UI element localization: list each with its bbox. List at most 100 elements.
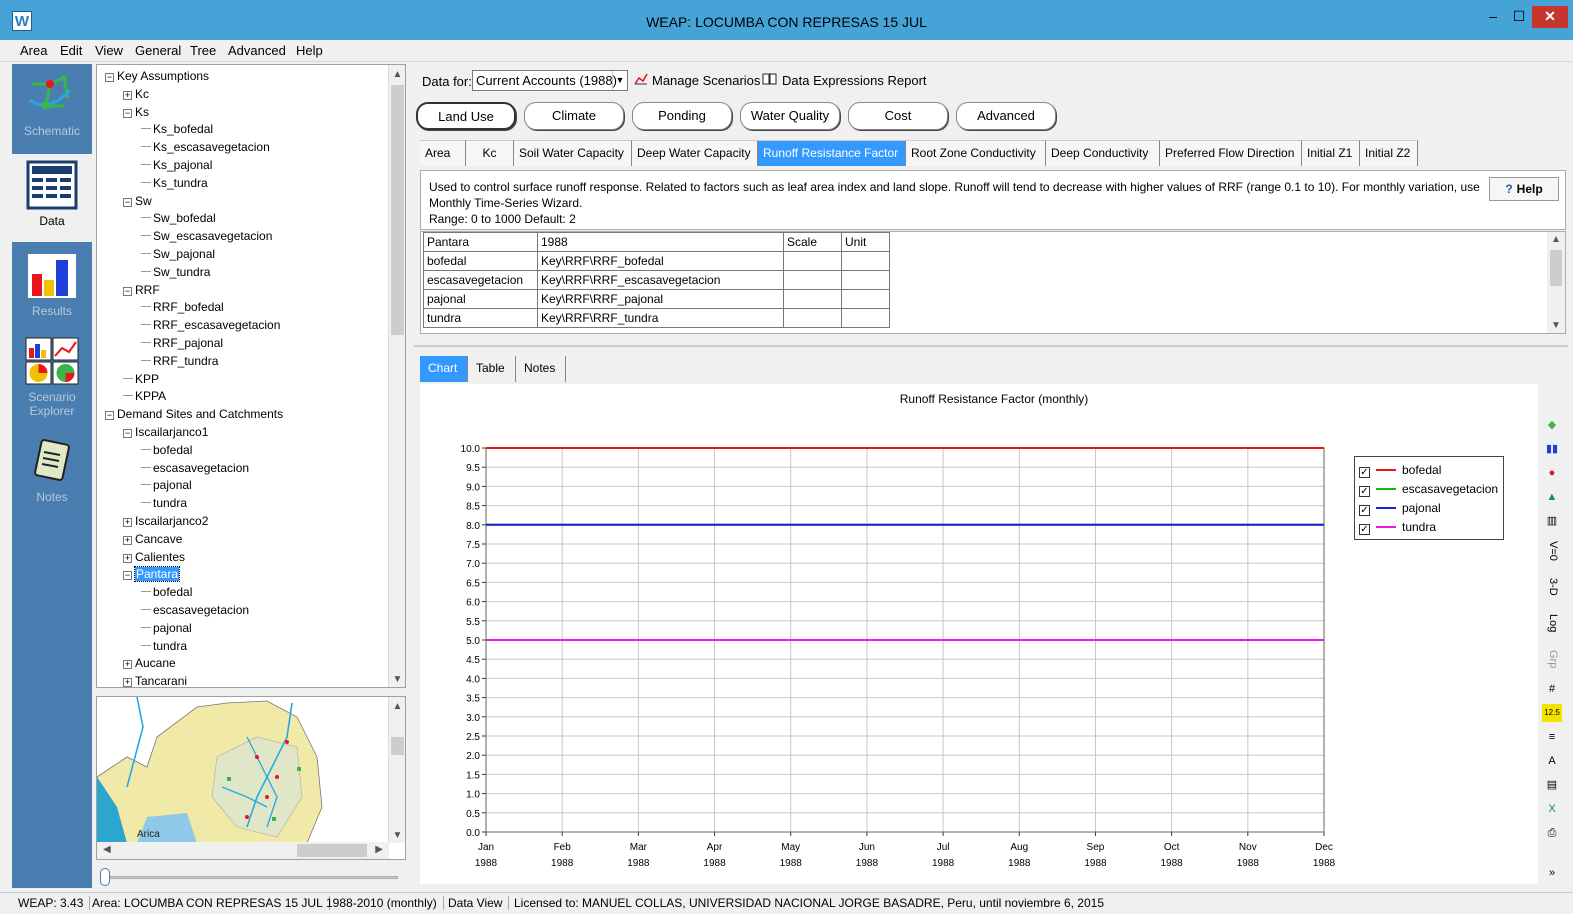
view-schematic-button[interactable]: Schematic (12, 64, 92, 152)
tree-node[interactable]: tundra (141, 637, 187, 655)
subtab-preferred-flow-direction[interactable]: Preferred Flow Direction (1160, 140, 1302, 166)
subtab-area[interactable]: Area (420, 140, 466, 166)
menu-help[interactable]: Help (296, 43, 323, 58)
menu-tree[interactable]: Tree (190, 43, 216, 58)
tab-ponding[interactable]: Ponding (632, 102, 732, 130)
collapse-icon[interactable]: − (105, 73, 114, 82)
tree-node[interactable]: − Iscailarjanco1 (123, 423, 208, 441)
checkbox-icon[interactable]: ✓ (1359, 505, 1370, 516)
menu-general[interactable]: General (135, 43, 181, 58)
grid-expression-cell[interactable]: Key\RRF\RRF_escasavegetacion (537, 270, 784, 290)
tab-water-quality[interactable]: Water Quality (740, 102, 840, 130)
tree-node[interactable]: KPPA (123, 387, 166, 405)
tree-node[interactable]: bofedal (141, 583, 192, 601)
tree-scroll-up-icon[interactable]: ▲ (389, 69, 405, 80)
tree-node[interactable]: Ks_escasavegetacion (141, 138, 270, 156)
data-labels-icon[interactable]: 12.5 (1542, 704, 1562, 722)
subtab-root-zone-conductivity[interactable]: Root Zone Conductivity (906, 140, 1046, 166)
tree-node[interactable]: escasavegetacion (141, 459, 249, 477)
expand-icon[interactable]: + (123, 660, 132, 670)
tab-climate[interactable]: Climate (524, 102, 624, 130)
subtab-initial-z1[interactable]: Initial Z1 (1302, 140, 1360, 166)
grid-expression-cell[interactable]: Key\RRF\RRF_pajonal (537, 289, 784, 309)
close-button[interactable]: ✕ (1532, 6, 1568, 28)
grid-scrollbar[interactable]: ▲ ▼ (1547, 232, 1565, 333)
tab-notes[interactable]: Notes (516, 356, 566, 382)
font-icon[interactable]: A (1542, 752, 1562, 770)
tree-scroll-down-icon[interactable]: ▼ (389, 674, 405, 685)
manage-scenarios-link[interactable]: Manage Scenarios (634, 73, 760, 88)
menu-view[interactable]: View (95, 43, 123, 58)
tab-cost[interactable]: Cost (848, 102, 948, 130)
view-scenario-explorer-button[interactable]: Scenario Explorer (12, 330, 92, 430)
pie-chart-icon[interactable]: ● (1542, 464, 1562, 482)
checkbox-icon[interactable]: ✓ (1359, 524, 1370, 535)
collapse-icon[interactable]: − (123, 197, 132, 207)
map-scroll-left-icon[interactable]: ◀ (103, 844, 111, 855)
collapse-icon[interactable]: − (123, 108, 132, 118)
map-scroll-down-icon[interactable]: ▼ (389, 830, 405, 841)
menu-edit[interactable]: Edit (60, 43, 82, 58)
map-scroll-up-icon[interactable]: ▲ (389, 701, 405, 712)
tree-node[interactable]: + Tancarani (123, 672, 187, 687)
expand-icon[interactable]: + (123, 535, 132, 545)
tree-node[interactable]: Ks_pajonal (141, 156, 212, 174)
stacked-icon[interactable]: ▥ (1542, 512, 1562, 530)
chevron-down-icon[interactable]: ▼ (612, 71, 627, 90)
tree-node[interactable]: + Cancave (123, 530, 182, 548)
collapse-icon[interactable]: − (123, 429, 132, 438)
tree-node[interactable]: + Aucane (123, 654, 176, 672)
data-tree[interactable]: − Key Assumptions + Kc − Ks Ks_bofedal Ks_escas… (96, 64, 406, 688)
help-button[interactable]: ? Help (1489, 177, 1559, 201)
tree-node[interactable]: Sw_pajonal (141, 245, 215, 263)
tab-advanced[interactable]: Advanced (956, 102, 1056, 130)
map-zoom-slider[interactable] (96, 866, 406, 888)
collapse-icon[interactable]: − (123, 571, 132, 581)
tree-node[interactable]: − Ks (123, 103, 149, 121)
tree-scrollbar[interactable]: ▲ ▼ (388, 65, 405, 687)
checkbox-icon[interactable]: ✓ (1359, 467, 1370, 478)
grid-unit-cell[interactable] (841, 289, 890, 309)
print-icon[interactable]: ⎙ (1542, 824, 1562, 842)
menu-area[interactable]: Area (20, 43, 47, 58)
grid-scale-cell[interactable] (783, 289, 842, 309)
grid-unit-cell[interactable] (841, 308, 890, 328)
splitter[interactable] (414, 345, 1568, 347)
grid-scale-cell[interactable] (783, 308, 842, 328)
tree-node[interactable]: + Calientes (123, 548, 185, 566)
map-hscroll-thumb[interactable] (297, 844, 367, 857)
checkbox-icon[interactable]: ✓ (1359, 486, 1370, 497)
maximize-button[interactable]: ☐ (1506, 6, 1532, 28)
map-scroll-thumb[interactable] (391, 737, 404, 755)
grid-scroll-up-icon[interactable]: ▲ (1551, 234, 1561, 245)
map-horizontal-scrollbar[interactable]: ◀ ▶ (97, 842, 389, 859)
tree-node[interactable]: − Pantara (123, 565, 181, 583)
view-results-button[interactable]: Results (12, 244, 92, 332)
y-zero-toggle[interactable]: V=0 (1542, 538, 1562, 564)
tree-node[interactable]: − Demand Sites and Catchments (105, 405, 283, 423)
grid-scroll-down-icon[interactable]: ▼ (1551, 320, 1561, 331)
tree-node[interactable]: Sw_tundra (141, 263, 210, 281)
view-data-button[interactable]: Data (12, 154, 92, 242)
expand-icon[interactable]: + (123, 553, 132, 563)
tab-table[interactable]: Table (468, 356, 516, 382)
collapse-icon[interactable]: − (105, 411, 114, 421)
tree-node[interactable]: − Sw (123, 192, 152, 210)
view-notes-button[interactable]: Notes (12, 430, 92, 518)
minimize-button[interactable]: – (1480, 6, 1506, 28)
overview-map[interactable]: Arica ▲ ▼ ◀ ▶ (96, 696, 406, 860)
subtab-soil-water-capacity[interactable]: Soil Water Capacity (514, 140, 632, 166)
grid-scale-cell[interactable] (783, 270, 842, 290)
more-tools-icon[interactable]: » (1542, 864, 1562, 882)
excel-icon[interactable]: X (1542, 800, 1562, 818)
subtab-deep-conductivity[interactable]: Deep Conductivity (1046, 140, 1160, 166)
tree-node[interactable]: bofedal (141, 441, 192, 459)
group-toggle[interactable]: Grp (1542, 646, 1562, 672)
tree-node[interactable]: RRF_pajonal (141, 334, 223, 352)
tree-node[interactable]: − Key Assumptions (105, 67, 209, 85)
log-scale-toggle[interactable]: Log (1542, 610, 1562, 636)
tree-node[interactable]: Ks_tundra (141, 174, 208, 192)
tree-node[interactable]: RRF_escasavegetacion (141, 316, 280, 334)
area-chart-icon[interactable]: ▲ (1542, 488, 1562, 506)
tree-node[interactable]: pajonal (141, 619, 192, 637)
